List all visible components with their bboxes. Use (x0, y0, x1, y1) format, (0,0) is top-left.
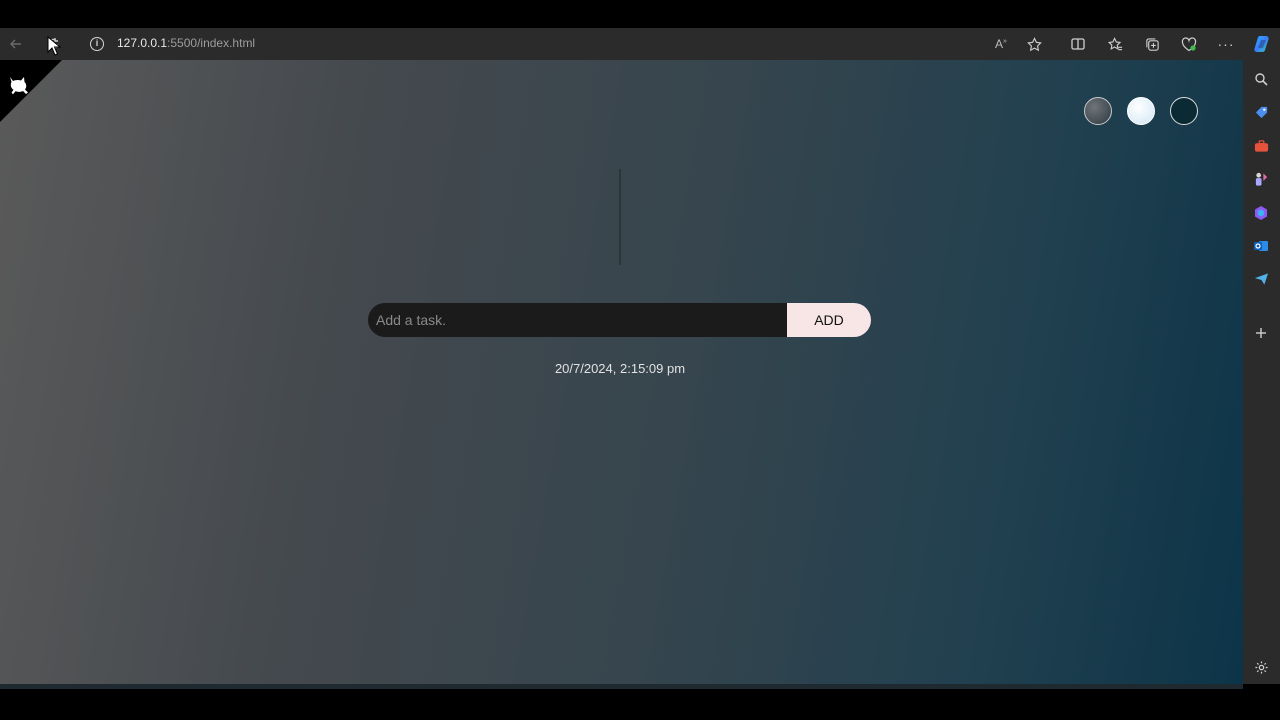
site-info-icon[interactable]: i (90, 37, 104, 51)
collections-icon[interactable] (1140, 32, 1164, 56)
shopping-tag-icon[interactable] (1252, 103, 1270, 121)
url-path: :5500/index.html (167, 36, 256, 50)
browser-toolbar: i 127.0.0.1:5500/index.html A» ··· (0, 28, 1280, 60)
window-bottom-bar (0, 684, 1280, 720)
browser-essentials-icon[interactable] (1177, 32, 1201, 56)
add-icon[interactable] (1252, 324, 1270, 342)
window-top-bar (0, 0, 1280, 28)
split-screen-icon[interactable] (1066, 32, 1090, 56)
theme-dark-teal-button[interactable] (1170, 97, 1198, 125)
task-input[interactable] (368, 303, 788, 337)
copilot-icon[interactable] (1250, 32, 1274, 56)
horizontal-scrollbar[interactable] (0, 684, 1243, 689)
mouse-cursor-icon (47, 36, 61, 56)
microsoft-365-icon[interactable] (1252, 204, 1270, 222)
back-arrow-icon[interactable] (4, 32, 28, 56)
settings-icon[interactable] (1252, 658, 1270, 676)
games-icon[interactable] (1252, 170, 1270, 188)
more-options-icon[interactable]: ··· (1214, 32, 1238, 56)
favorite-star-icon[interactable] (1022, 32, 1046, 56)
url-host: 127.0.0.1 (117, 36, 168, 50)
task-form: ADD (368, 303, 871, 337)
tools-icon[interactable] (1252, 137, 1270, 155)
url-text[interactable]: 127.0.0.1:5500/index.html (117, 36, 255, 50)
add-task-button[interactable]: ADD (787, 303, 871, 337)
browser-sidebar (1243, 60, 1280, 684)
search-icon[interactable] (1252, 70, 1270, 88)
theme-dark-gray-button[interactable] (1084, 97, 1112, 125)
read-aloud-icon[interactable]: A» (989, 32, 1013, 56)
theme-light-button[interactable] (1127, 97, 1155, 125)
octocat-logo-icon[interactable] (4, 68, 34, 98)
datetime-text: 20/7/2024, 2:15:09 pm (554, 361, 686, 376)
outlook-icon[interactable] (1252, 237, 1270, 255)
favorites-icon[interactable] (1103, 32, 1127, 56)
title-caret (619, 169, 621, 265)
send-icon[interactable] (1252, 270, 1270, 288)
page-content: ADD 20/7/2024, 2:15:09 pm (0, 60, 1243, 684)
address-bar[interactable]: i 127.0.0.1:5500/index.html (84, 31, 1054, 57)
